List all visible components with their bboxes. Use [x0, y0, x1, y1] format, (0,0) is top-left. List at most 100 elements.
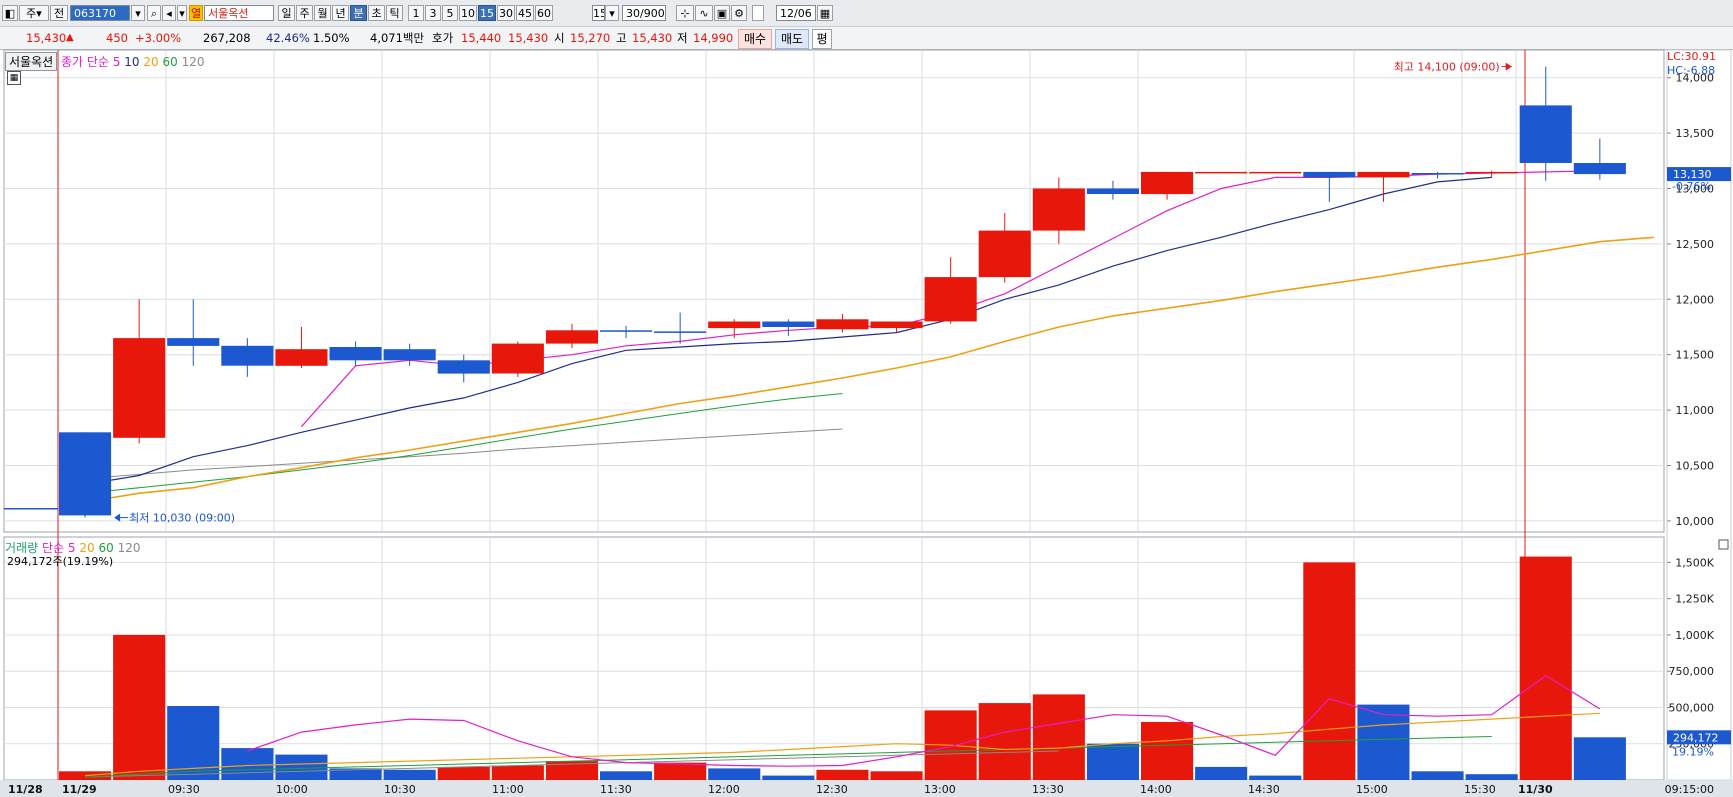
last-price-pct: -0.76%: [1672, 180, 1711, 193]
legend-ma-label: 종가 단순: [61, 55, 109, 69]
legend-ma5: 5: [112, 55, 121, 69]
price-panel: [3, 49, 1665, 533]
candle-body-21: [1195, 171, 1248, 174]
price-y-tick-2: 11,000: [1676, 404, 1715, 417]
candle-body-7: [437, 360, 490, 374]
candle-body-18: [1032, 188, 1085, 231]
candle-body-5: [329, 347, 382, 361]
x-tick-11: 14:00: [1140, 783, 1172, 796]
candle-body-16: [924, 277, 977, 322]
price-y-tick-7: 13,500: [1676, 127, 1715, 140]
candle-body-19: [1086, 188, 1139, 194]
x-tick-8: 12:30: [816, 783, 848, 796]
volume-y-tick-3: 1,000K: [1675, 629, 1714, 642]
candle-body-28: [1573, 163, 1626, 175]
candle-body-14: [816, 319, 869, 330]
candle-body-26: [1465, 171, 1518, 174]
candle-body-22: [1249, 171, 1302, 174]
x-tick-4: 10:30: [384, 783, 416, 796]
x-tick-9: 13:00: [924, 783, 956, 796]
legend-ma20: 20: [143, 55, 159, 69]
candle-body-10: [600, 330, 653, 332]
volume-bar-4: [275, 754, 328, 780]
volume-y-tick-2: 750,000: [1669, 665, 1715, 678]
candle-body-8: [491, 343, 544, 374]
volume-bar-26: [1465, 774, 1518, 780]
last-volume-pct: 19.19%: [1672, 745, 1714, 758]
candle-body-0: [59, 432, 112, 516]
candle-body-13: [762, 321, 815, 327]
volume-bar-13: [762, 775, 815, 780]
legend-ma120: 120: [181, 55, 205, 69]
volume-bar-20: [1141, 722, 1194, 780]
volume-bar-25: [1411, 771, 1464, 780]
candle-body-15: [870, 321, 923, 329]
candle-body-1: [113, 338, 166, 438]
lc-label: LC:30.91: [1667, 50, 1716, 63]
x-tick-14: 15:30: [1464, 783, 1496, 796]
legend-stock-name[interactable]: 서울옥션: [5, 52, 58, 71]
collapse-icon: [1718, 539, 1729, 550]
candle-body-24: [1357, 171, 1410, 178]
candle-body-3: [221, 345, 274, 366]
volume-bar-17: [978, 703, 1031, 780]
volume-y-tick-4: 1,250K: [1675, 593, 1714, 606]
volume-bar-23: [1303, 562, 1356, 780]
volume-current: 294,172주(19.19%): [7, 555, 114, 568]
candle-body-23: [1303, 171, 1356, 178]
candle-body-4: [275, 349, 328, 366]
low-annotation: 최저 10,030 (09:00): [129, 512, 235, 525]
price-y-tick-3: 11,500: [1676, 349, 1715, 362]
candle-body-12: [708, 321, 761, 329]
volume-bar-14: [816, 769, 869, 780]
volume-bar-3: [221, 748, 274, 780]
table-icon[interactable]: ▦: [7, 71, 21, 85]
volume-bar-1: [113, 634, 166, 780]
volume-bar-8: [491, 765, 544, 780]
x-tick-7: 12:00: [708, 783, 740, 796]
candle-body-9: [545, 330, 598, 344]
volume-bar-15: [870, 771, 923, 780]
x-tick-2: 09:30: [168, 783, 200, 796]
volume-y-tick-5: 1,500K: [1675, 556, 1714, 569]
price-y-tick-1: 10,500: [1676, 460, 1715, 473]
legend-ma10: 10: [124, 55, 140, 69]
candle-body-2: [167, 338, 220, 346]
volume-bar-27: [1519, 556, 1572, 780]
x-tick-16: 09:15:00: [1665, 783, 1714, 796]
volume-bar-18: [1032, 694, 1085, 780]
candle-body-25: [1411, 173, 1464, 175]
x-tick-1: 11/29: [62, 783, 97, 796]
high-annotation: 최고 14,100 (09:00): [1394, 61, 1500, 74]
x-tick-5: 11:00: [492, 783, 524, 796]
x-tick-12: 14:30: [1248, 783, 1280, 796]
candle-body-27: [1519, 105, 1572, 163]
x-tick-0: 11/28: [8, 783, 43, 796]
last-volume-label: 294,172: [1673, 731, 1719, 744]
candle-body-17: [978, 230, 1031, 278]
chart-area[interactable]: 11/28 11/29 09:30 10:00 10:30 11:00 11:30 12:00…: [0, 0, 1733, 797]
price-legend: 서울옥션 종가 단순 5 10 20 60 120: [5, 52, 205, 71]
candle-body-11: [654, 331, 707, 333]
volume-bar-6: [383, 769, 436, 780]
volume-bar-10: [600, 771, 653, 780]
volume-bar-11: [654, 762, 707, 780]
hc-label: HC:-6.88: [1667, 64, 1715, 77]
x-tick-3: 10:00: [276, 783, 308, 796]
volume-legend-ma120: 120: [117, 541, 141, 555]
volume-bar-21: [1195, 766, 1248, 780]
price-y-tick-5: 12,500: [1676, 238, 1715, 251]
volume-bar-22: [1249, 775, 1302, 780]
price-y-tick-4: 12,000: [1676, 293, 1715, 306]
x-tick-6: 11:30: [600, 783, 632, 796]
volume-bar-12: [708, 768, 761, 780]
volume-bar-28: [1573, 737, 1626, 780]
legend-ma60: 60: [162, 55, 178, 69]
x-tick-15: 11/30: [1518, 783, 1553, 796]
x-tick-13: 15:00: [1356, 783, 1388, 796]
volume-bar-7: [437, 766, 490, 780]
candle-body-20: [1141, 171, 1194, 195]
volume-y-tick-1: 500,000: [1669, 701, 1715, 714]
x-tick-10: 13:30: [1032, 783, 1064, 796]
volume-bar-19: [1086, 743, 1139, 780]
